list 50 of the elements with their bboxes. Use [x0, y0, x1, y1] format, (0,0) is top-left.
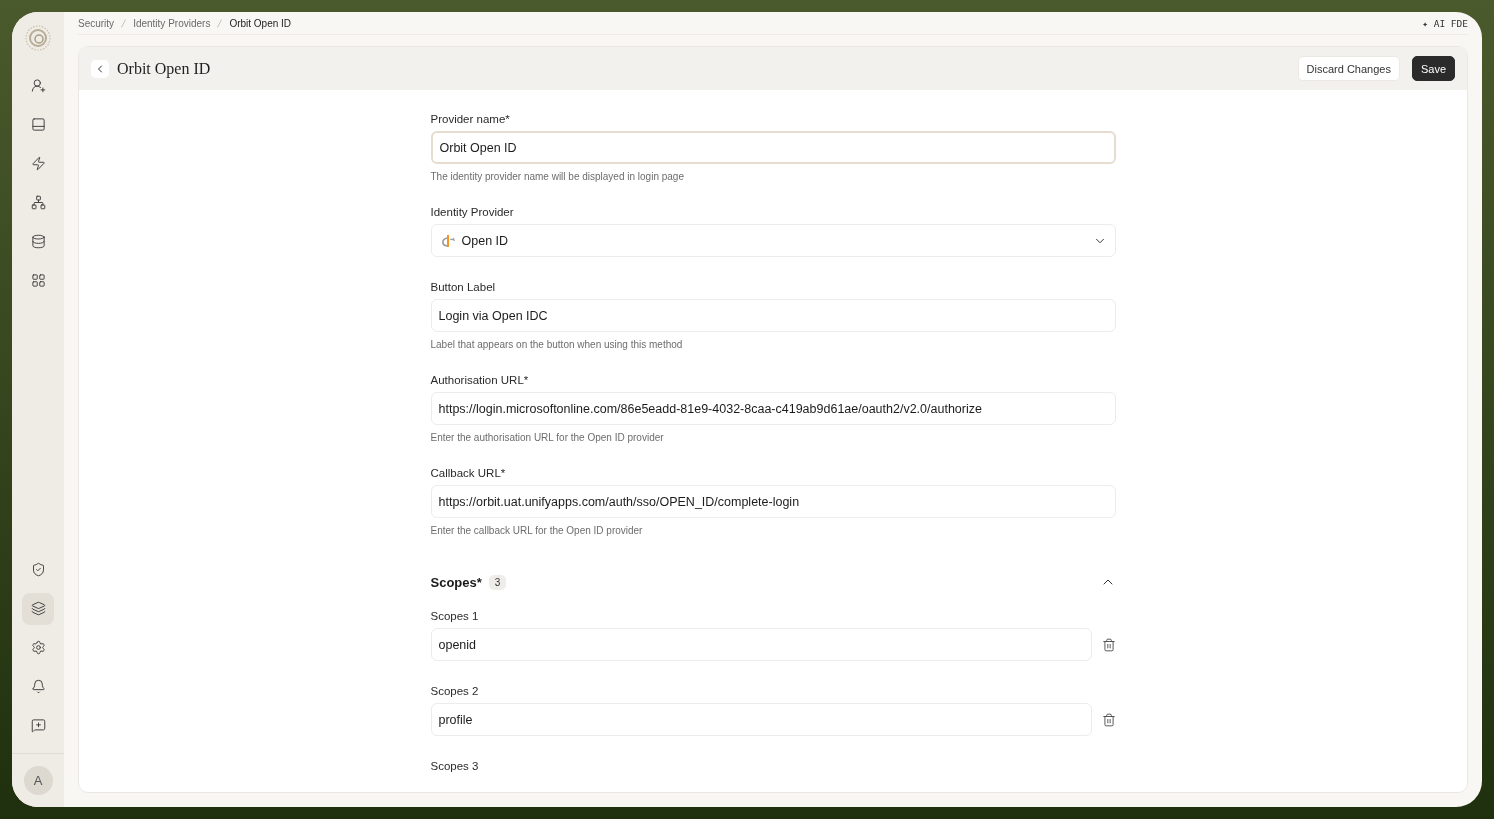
field-label: Button Label [430, 281, 497, 293]
message-plus-icon [30, 718, 46, 733]
field-hint: The identity provider name will be displayed in login page [430, 171, 685, 182]
spiral-logo-icon [24, 24, 52, 52]
openid-logo-icon [439, 233, 456, 248]
field-label: Identity Provider [430, 206, 515, 218]
save-button[interactable]: Save [1411, 56, 1455, 81]
bell-icon [30, 679, 46, 694]
field-label: Callback URL* [430, 467, 507, 479]
trash-icon [1101, 712, 1116, 727]
text-field[interactable]: Orbit Open ID [430, 131, 1116, 164]
breadcrumb-separator [217, 18, 223, 28]
grid-icon [30, 273, 46, 288]
delete-button[interactable] [1101, 712, 1116, 727]
settings-icon [30, 640, 46, 655]
field-label: Scopes 1 [430, 610, 480, 622]
back-button[interactable] [91, 59, 109, 78]
breadcrumb-link[interactable]: Orbit Open ID [229, 17, 292, 29]
ai-fde-link[interactable]: ✦ AI FDE [1422, 17, 1468, 29]
shield-icon [30, 562, 46, 577]
text-field[interactable]: https://login.microsoftonline.com/86e5eadd-81e9-4032-8caa-c419ab9d61ae/oauth2/v2.0/authorize [430, 392, 1116, 425]
field-hint: Label that appears on the button when using this method [430, 339, 684, 350]
field-hint: Enter the callback URL for the Open ID provider [430, 525, 644, 536]
provider-dropdown[interactable]: Open ID [430, 224, 1116, 257]
layers-button[interactable] [22, 592, 54, 625]
user-avatar[interactable]: A [23, 766, 53, 795]
person-plus-icon [30, 78, 46, 93]
network-icon [30, 195, 46, 210]
delete-button[interactable] [1101, 637, 1116, 652]
breadcrumb-link[interactable]: Identity Providers [133, 17, 211, 29]
scope-field[interactable]: openid [430, 628, 1092, 661]
lightning-icon [30, 156, 46, 171]
scope-field[interactable]: profile [430, 703, 1092, 736]
breadcrumb-separator [121, 18, 127, 28]
field-label: Provider name* [430, 113, 511, 125]
trash-icon [1101, 637, 1116, 652]
text-field[interactable]: Login via Open IDC [430, 299, 1116, 332]
database-icon [30, 234, 46, 249]
text-field[interactable]: https://orbit.uat.unifyapps.com/auth/sso/OPEN_ID/complete-login [430, 485, 1116, 518]
section-title: Scopes* [430, 574, 482, 590]
count-badge: 3 [488, 574, 507, 590]
panel-icon [30, 117, 46, 132]
field-label: Scopes 2 [430, 685, 480, 697]
field-hint: Enter the authorisation URL for the Open ID provider [430, 432, 665, 443]
field-label: Scopes 3 [430, 760, 480, 772]
page-title: Orbit Open ID [117, 59, 212, 78]
discard-button[interactable]: Discard Changes [1297, 56, 1400, 81]
field-label: Authorisation URL* [430, 374, 530, 386]
layers-icon [30, 601, 46, 616]
breadcrumb-link[interactable]: Security [78, 17, 115, 29]
